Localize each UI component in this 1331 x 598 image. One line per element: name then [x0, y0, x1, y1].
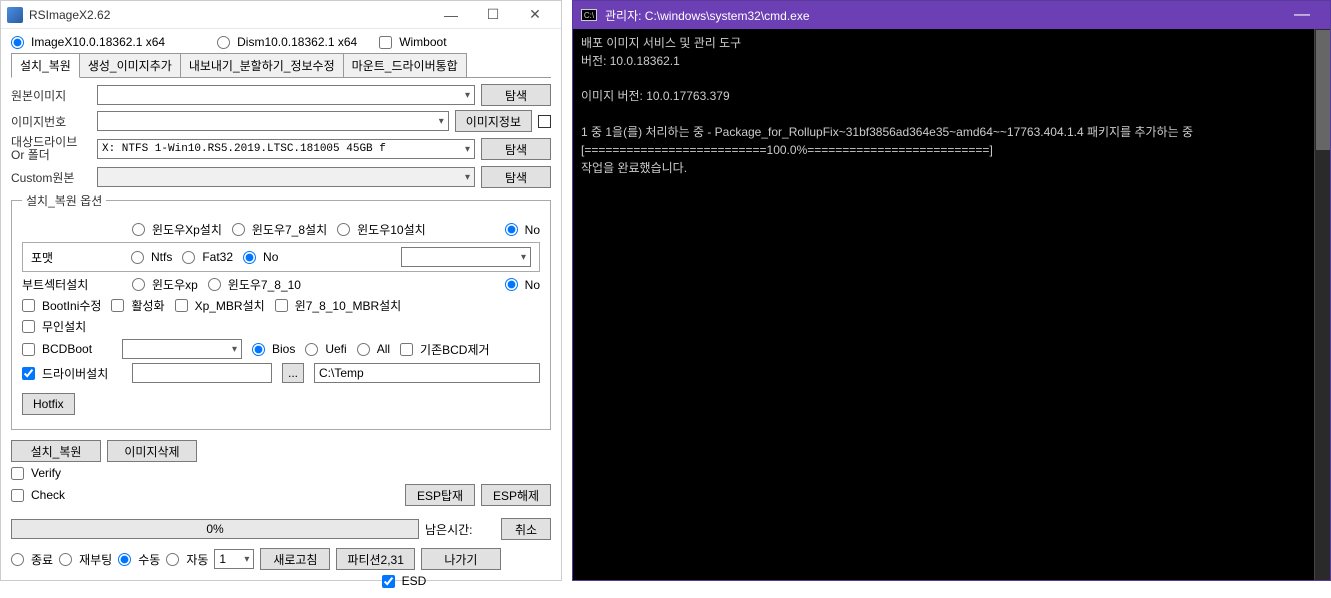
custom-source-combo[interactable]: [97, 167, 475, 187]
install-restore-options: 설치_복원 옵션 윈도우Xp설치 윈도우7_8설치 윈도우10설치 No 포맷 …: [11, 192, 551, 430]
all-radio[interactable]: All: [357, 342, 390, 356]
tab-install-restore[interactable]: 설치_복원: [11, 53, 80, 78]
target-drive-combo[interactable]: X: NTFS 1-Win10.RS5.2019.LTSC.181005 45G…: [97, 139, 475, 159]
winxp-install-radio[interactable]: 윈도우Xp설치: [132, 221, 222, 238]
bootsector-label: 부트섹터설치: [22, 276, 122, 293]
imagex-radio[interactable]: ImageX10.0.18362.1 x64: [11, 35, 165, 49]
verify-checkbox[interactable]: Verify: [11, 466, 61, 480]
keepbcd-checkbox[interactable]: 기존BCD제거: [400, 341, 490, 358]
w7810mbr-checkbox[interactable]: 윈7_8_10_MBR설치: [275, 297, 402, 314]
cmd-scroll-thumb[interactable]: [1316, 30, 1330, 150]
driver-path-input[interactable]: [132, 363, 272, 383]
hotfix-button[interactable]: Hotfix: [22, 393, 75, 415]
image-number-combo[interactable]: [97, 111, 449, 131]
tab-create-add[interactable]: 생성_이미지추가: [79, 53, 181, 77]
bootsec-xp-radio[interactable]: 윈도우xp: [132, 276, 198, 293]
partition-button[interactable]: 파티션2,31: [336, 548, 414, 570]
format-label: 포맷: [31, 249, 121, 266]
options-legend: 설치_복원 옵션: [22, 192, 106, 209]
uefi-radio[interactable]: Uefi: [305, 342, 346, 356]
driver-browse-button[interactable]: ...: [282, 363, 304, 383]
tab-mount-driver[interactable]: 마운트_드라이버통합: [343, 53, 467, 77]
target-drive-label: 대상드라이브 Or 폴더: [11, 136, 91, 162]
app-icon: [7, 7, 23, 23]
bios-radio[interactable]: Bios: [252, 342, 295, 356]
auto-radio[interactable]: 자동: [166, 551, 208, 568]
bootini-checkbox[interactable]: BootIni수정: [22, 297, 101, 314]
browse-custom-button[interactable]: 탐색: [481, 166, 551, 188]
xpmbr-checkbox[interactable]: Xp_MBR설치: [175, 297, 265, 314]
exit-button[interactable]: 나가기: [421, 548, 501, 570]
image-number-label: 이미지번호: [11, 113, 91, 130]
maximize-button[interactable]: ☐: [473, 3, 513, 27]
manual-radio[interactable]: 수동: [118, 551, 160, 568]
check-checkbox[interactable]: Check: [11, 488, 65, 502]
browse-source-button[interactable]: 탐색: [481, 84, 551, 106]
driver-install-checkbox[interactable]: 드라이버설치: [22, 365, 122, 382]
bootsec-no-radio[interactable]: No: [505, 278, 540, 292]
cmd-window: C:\ 관리자: C:\windows\system32\cmd.exe — 배…: [572, 0, 1331, 581]
wimboot-checkbox[interactable]: Wimboot: [379, 35, 446, 49]
esd-checkbox[interactable]: ESD: [382, 574, 427, 588]
win10-install-radio[interactable]: 윈도우10설치: [337, 221, 426, 238]
close-button[interactable]: ✕: [515, 3, 555, 27]
format-combo[interactable]: [401, 247, 531, 267]
window-title: RSImageX2.62: [29, 8, 431, 22]
ntfs-radio[interactable]: Ntfs: [131, 250, 172, 264]
browse-target-button[interactable]: 탐색: [481, 138, 551, 160]
esp-unmount-button[interactable]: ESP해제: [481, 484, 551, 506]
install-no-radio[interactable]: No: [505, 223, 540, 237]
titlebar: RSImageX2.62 — ☐ ✕: [1, 1, 561, 29]
image-info-checkbox[interactable]: [538, 115, 551, 128]
source-image-combo[interactable]: [97, 85, 475, 105]
bootsec-7810-radio[interactable]: 윈도우7_8_10: [208, 276, 301, 293]
delete-image-button[interactable]: 이미지삭제: [107, 440, 197, 462]
install-restore-button[interactable]: 설치_복원: [11, 440, 101, 462]
esp-mount-button[interactable]: ESP탑재: [405, 484, 475, 506]
reboot-radio[interactable]: 재부팅: [59, 551, 112, 568]
cmd-minimize-button[interactable]: —: [1282, 6, 1322, 24]
cmd-scrollbar[interactable]: [1314, 29, 1330, 580]
cmd-output[interactable]: 배포 이미지 서비스 및 관리 도구 버전: 10.0.18362.1 이미지 …: [573, 29, 1330, 580]
cmd-icon: C:\: [581, 9, 597, 21]
source-image-label: 원본이미지: [11, 87, 91, 104]
activate-checkbox[interactable]: 활성화: [111, 297, 164, 314]
rsimagex-window: RSImageX2.62 — ☐ ✕ ImageX10.0.18362.1 x6…: [0, 0, 562, 581]
format-no-radio[interactable]: No: [243, 250, 278, 264]
cmd-titlebar: C:\ 관리자: C:\windows\system32\cmd.exe —: [573, 1, 1330, 29]
dism-radio[interactable]: Dism10.0.18362.1 x64: [217, 35, 357, 49]
unattend-checkbox[interactable]: 무인설치: [22, 318, 86, 335]
win78-install-radio[interactable]: 윈도우7_8설치: [232, 221, 327, 238]
shutdown-radio[interactable]: 종료: [11, 551, 53, 568]
temp-path-input[interactable]: [314, 363, 540, 383]
fat32-radio[interactable]: Fat32: [182, 250, 233, 264]
cancel-button[interactable]: 취소: [501, 518, 551, 540]
custom-source-label: Custom원본: [11, 169, 91, 186]
refresh-button[interactable]: 새로고침: [260, 548, 330, 570]
bcdboot-combo[interactable]: [122, 339, 242, 359]
image-info-button[interactable]: 이미지정보: [455, 110, 532, 132]
tab-export-split[interactable]: 내보내기_분할하기_정보수정: [180, 53, 344, 77]
remain-time-label: 남은시간:: [425, 521, 495, 538]
minimize-button[interactable]: —: [431, 3, 471, 27]
progress-bar: 0%: [11, 519, 419, 539]
count-spinner[interactable]: 1: [214, 549, 254, 569]
bcdboot-checkbox[interactable]: BCDBoot: [22, 342, 112, 356]
cmd-title-text: 관리자: C:\windows\system32\cmd.exe: [605, 7, 1282, 24]
tab-bar: 설치_복원 생성_이미지추가 내보내기_분할하기_정보수정 마운트_드라이버통합: [11, 53, 551, 78]
